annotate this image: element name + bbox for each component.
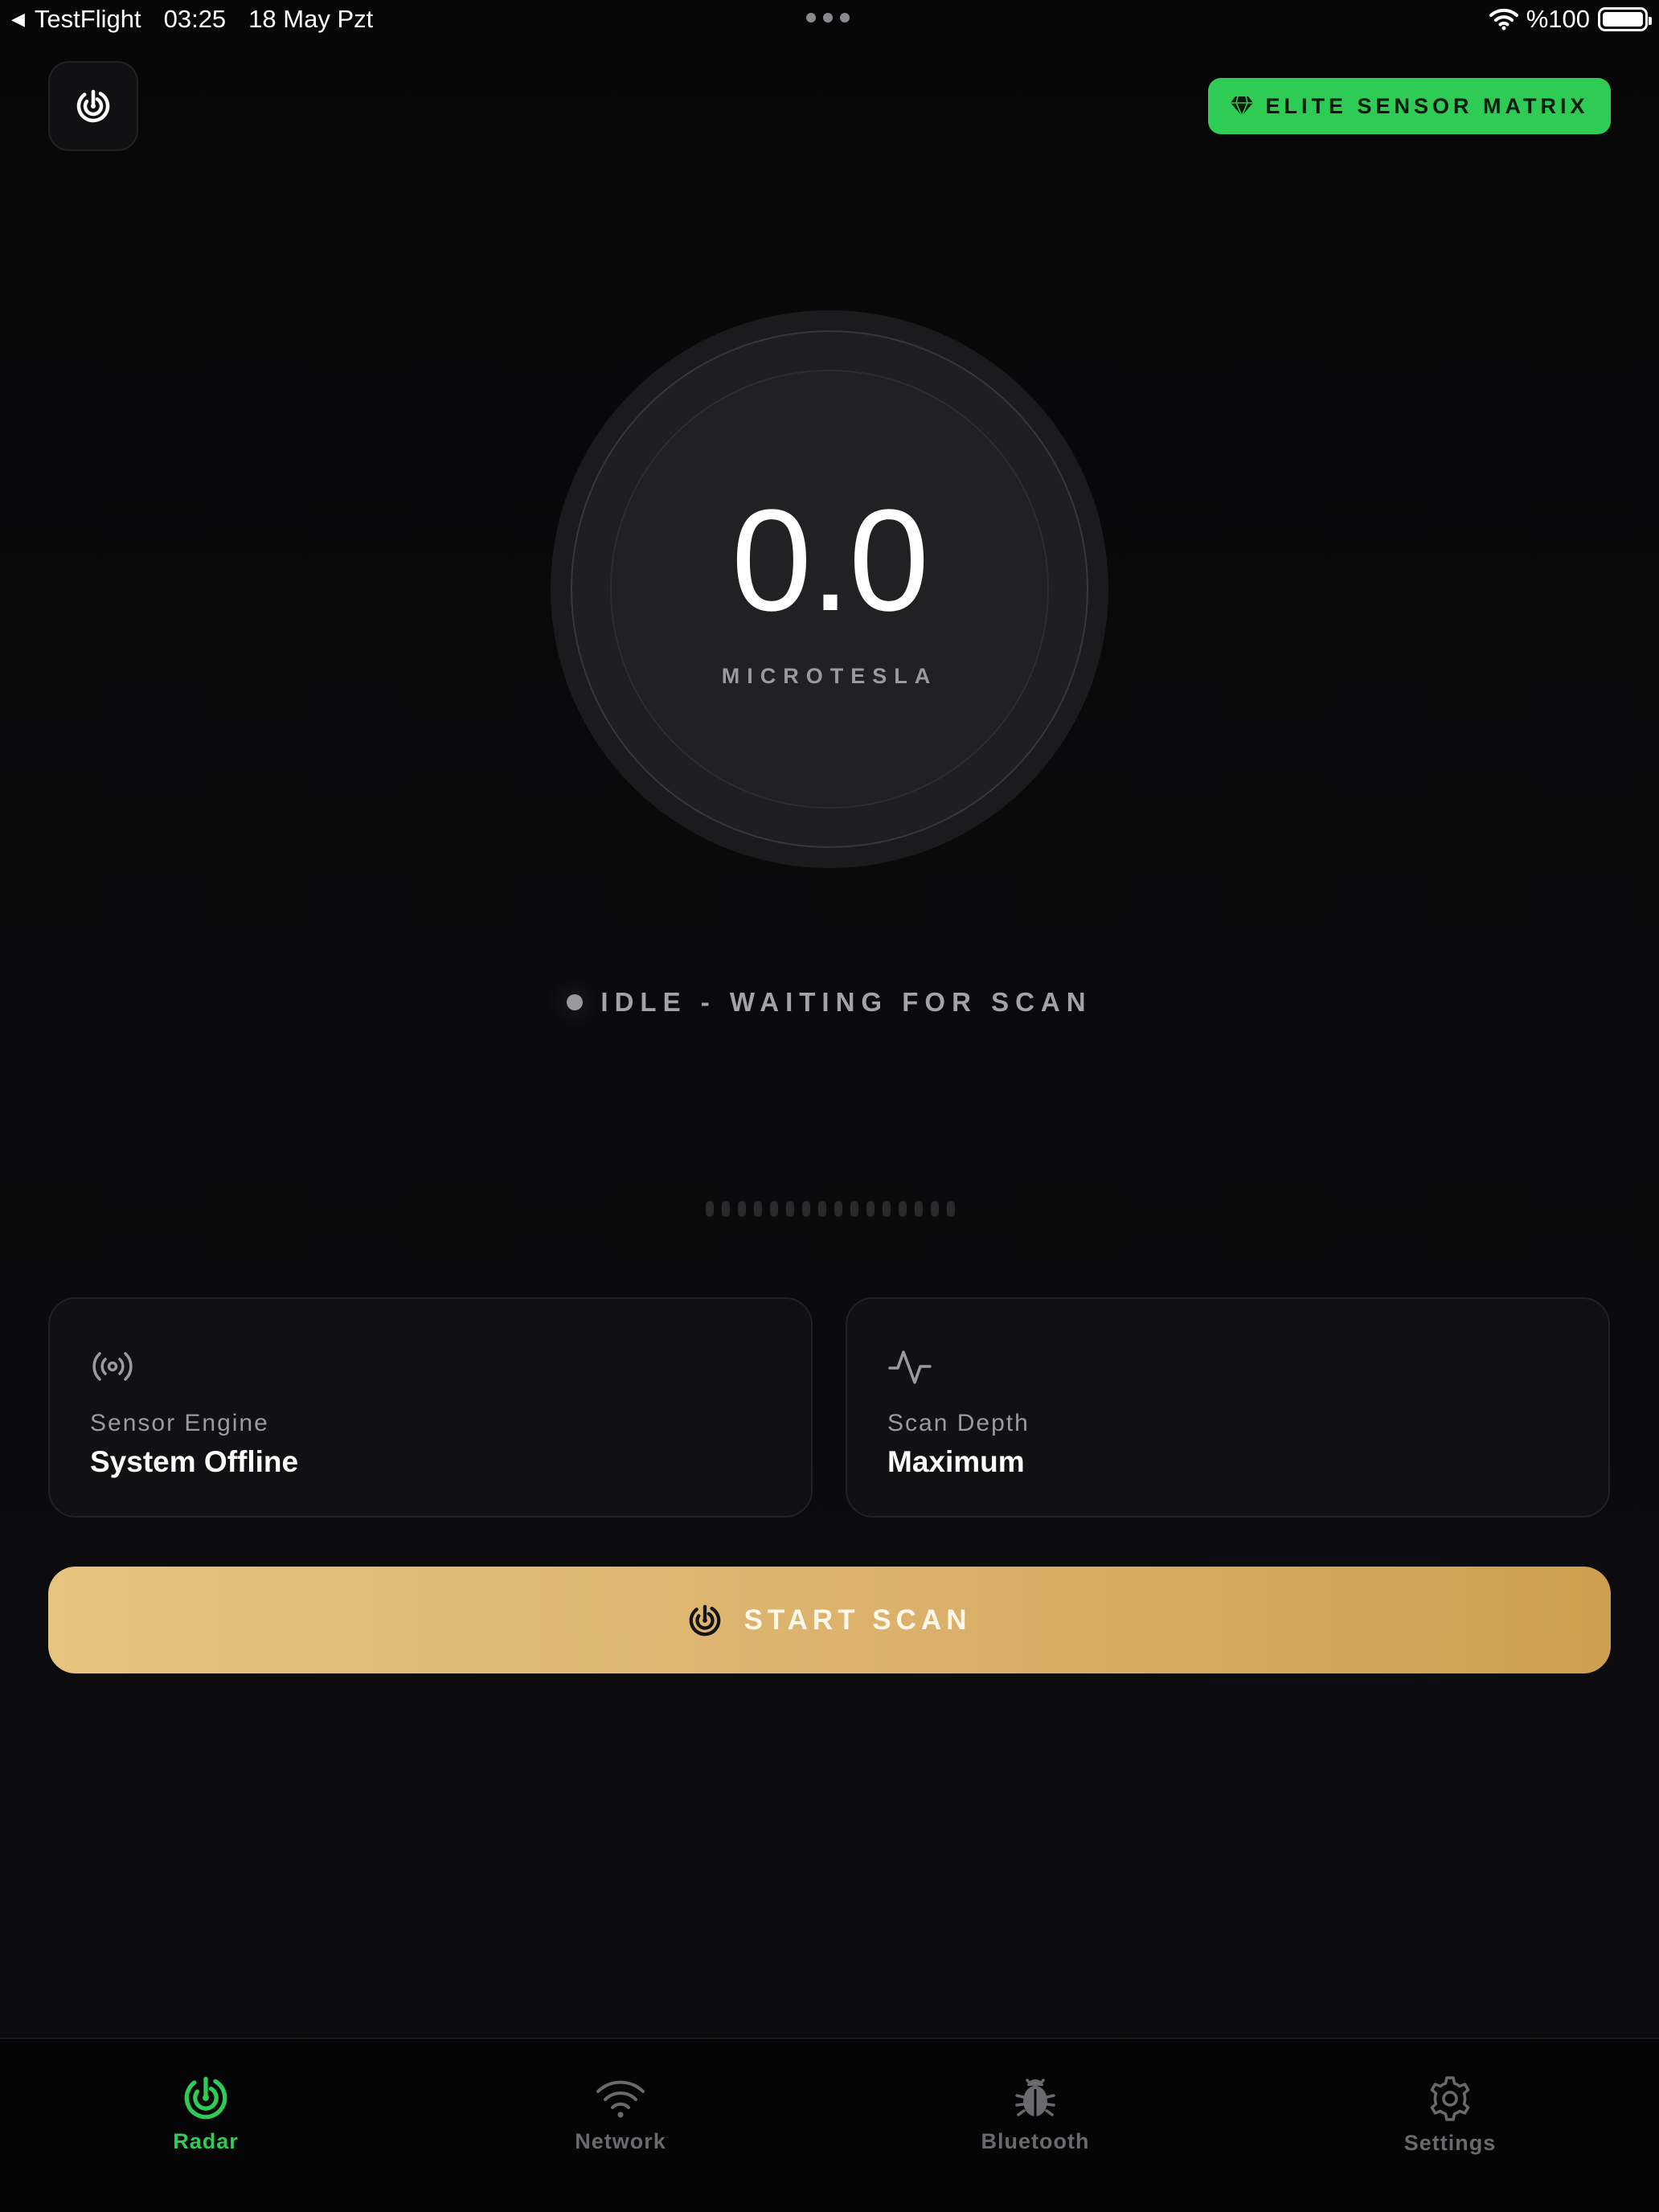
wifi-status-icon — [1489, 8, 1518, 31]
signal-level-bars — [706, 1201, 955, 1217]
bug-icon — [1015, 2079, 1055, 2116]
radar-icon-button[interactable] — [48, 61, 138, 151]
start-scan-label: START SCAN — [743, 1604, 972, 1636]
status-date: 18 May Pzt — [248, 5, 374, 33]
battery-icon — [1598, 7, 1652, 31]
battery-percent: %100 — [1526, 5, 1590, 33]
signal-bar — [802, 1201, 810, 1217]
signal-bar — [706, 1201, 714, 1217]
signal-bar — [931, 1201, 939, 1217]
wifi-icon — [596, 2080, 645, 2118]
tab-radar[interactable]: Radar — [125, 2075, 286, 2154]
status-time: 03:25 — [163, 5, 227, 33]
signal-bar — [883, 1201, 891, 1217]
tab-bar: Radar Network Bluetooth Settings — [0, 2038, 1659, 2212]
elite-sensor-matrix-button[interactable]: ELITE SENSOR MATRIX — [1208, 78, 1611, 134]
sensor-engine-card: Sensor Engine System Offline — [48, 1297, 813, 1518]
activity-icon — [888, 1350, 932, 1384]
signal-bar — [850, 1201, 858, 1217]
signal-bar — [947, 1201, 955, 1217]
tab-network[interactable]: Network — [540, 2075, 701, 2154]
field-strength-gauge: 0.0 — [551, 310, 1108, 868]
signal-bar — [818, 1201, 826, 1217]
multitasking-dots-icon[interactable] — [806, 13, 850, 23]
signal-bar — [738, 1201, 746, 1217]
app-screen: ◀ TestFlight 03:25 18 May Pzt %100 ELITE… — [0, 0, 1659, 2212]
tab-settings[interactable]: Settings — [1370, 2075, 1530, 2156]
signal-bar — [722, 1201, 730, 1217]
tab-label: Radar — [173, 2129, 239, 2153]
diamond-icon — [1231, 96, 1254, 117]
radar-icon — [76, 89, 110, 123]
scan-depth-card: Scan Depth Maximum — [846, 1297, 1610, 1518]
back-arrow-icon[interactable]: ◀ — [11, 9, 25, 30]
elite-button-label: ELITE SENSOR MATRIX — [1265, 93, 1589, 118]
broadcast-icon — [92, 1352, 133, 1381]
tab-label: Bluetooth — [981, 2129, 1090, 2153]
scan-status: IDLE - WAITING FOR SCAN — [0, 987, 1659, 1018]
card-label: Scan Depth — [887, 1410, 1030, 1436]
tab-bluetooth[interactable]: Bluetooth — [955, 2075, 1116, 2154]
radar-icon — [184, 2076, 227, 2120]
status-bar-right: %100 — [1489, 5, 1652, 34]
gauge-unit-label: MICROTESLA — [721, 664, 938, 688]
signal-bar — [770, 1201, 778, 1217]
status-indicator-dot — [567, 994, 584, 1010]
status-text: IDLE - WAITING FOR SCAN — [600, 987, 1092, 1017]
card-value: System Offline — [90, 1445, 299, 1478]
status-bar-left: ◀ TestFlight 03:25 18 May Pzt — [11, 5, 373, 34]
radar-icon — [689, 1604, 720, 1636]
card-label: Sensor Engine — [90, 1410, 269, 1436]
tab-label: Settings — [1403, 2131, 1497, 2155]
status-bar: ◀ TestFlight 03:25 18 May Pzt %100 — [0, 0, 1659, 39]
card-value: Maximum — [887, 1445, 1025, 1478]
signal-bar — [866, 1201, 875, 1217]
signal-bar — [754, 1201, 762, 1217]
start-scan-button[interactable]: START SCAN — [48, 1567, 1611, 1673]
tab-label: Network — [575, 2129, 666, 2153]
gear-icon — [1430, 2076, 1470, 2121]
signal-bar — [786, 1201, 794, 1217]
signal-bar — [915, 1201, 923, 1217]
signal-bar — [899, 1201, 907, 1217]
back-app-label[interactable]: TestFlight — [35, 5, 141, 34]
signal-bar — [834, 1201, 842, 1217]
gauge-value: 0.0 — [731, 480, 929, 641]
